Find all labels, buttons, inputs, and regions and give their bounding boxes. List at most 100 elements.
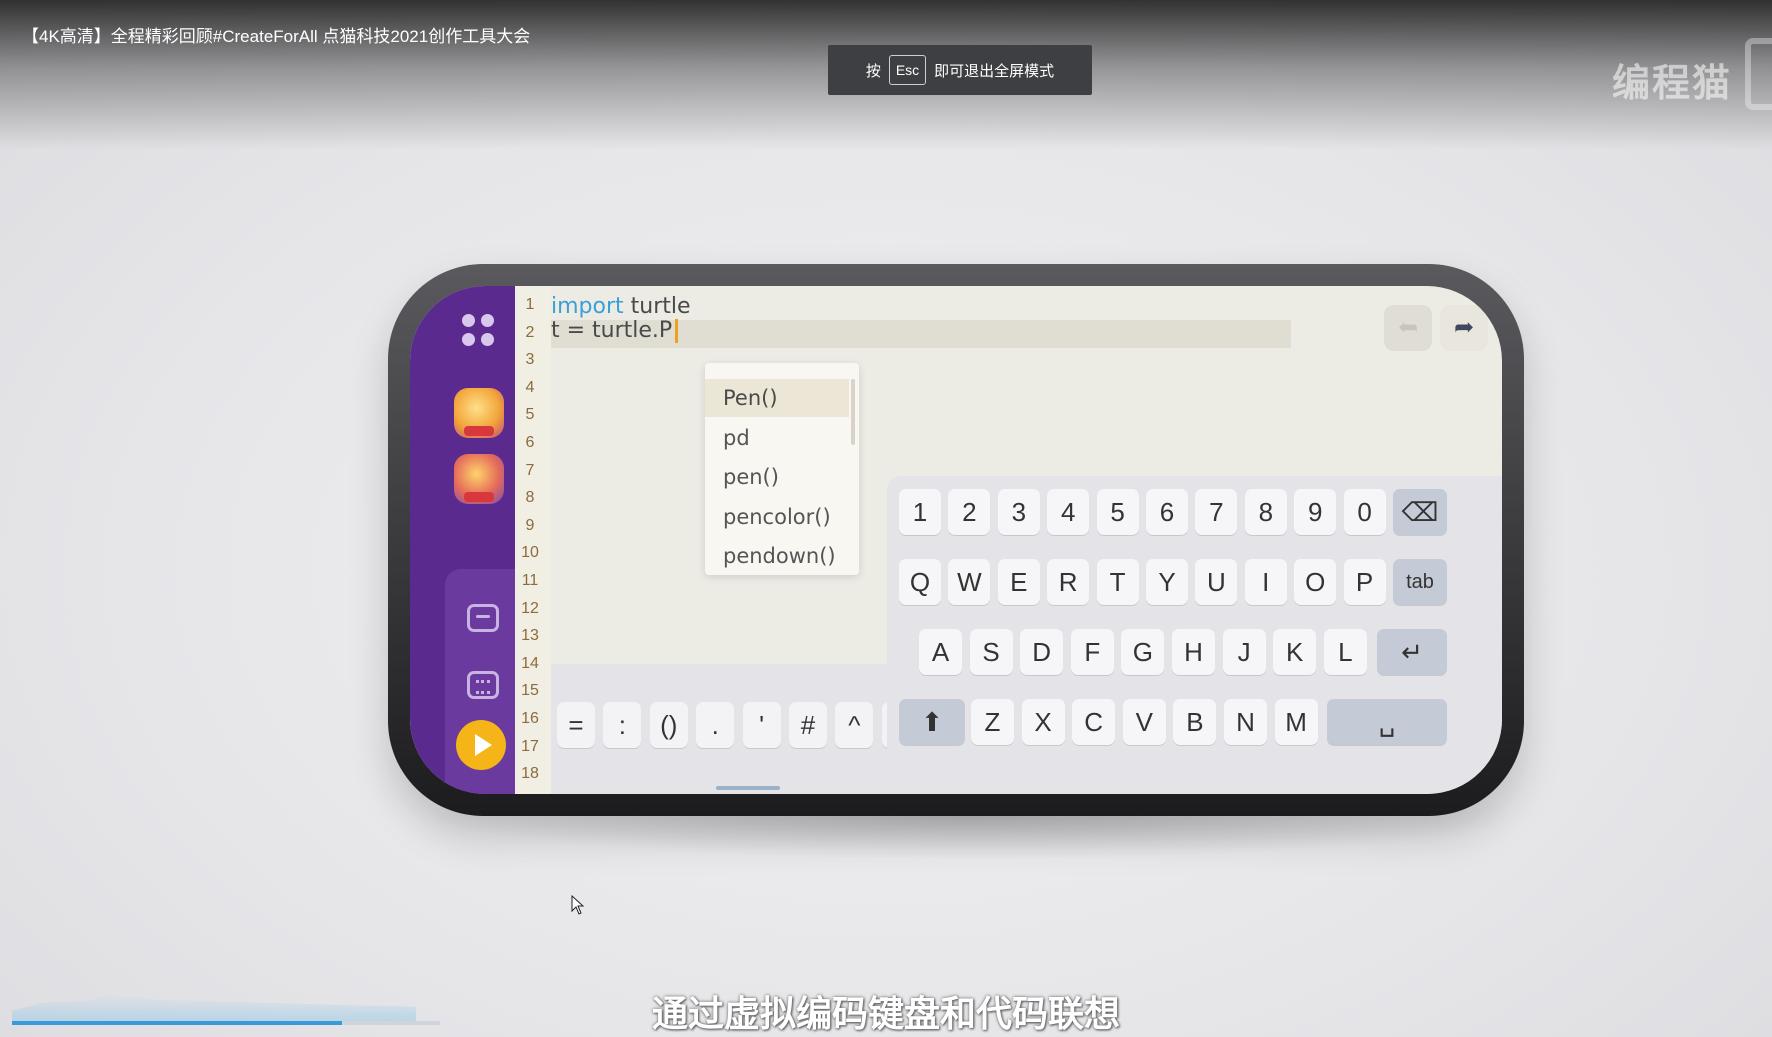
backspace-key[interactable]: ⌫	[1393, 489, 1447, 535]
undo-button[interactable]	[1384, 305, 1432, 351]
letter-key[interactable]: V	[1122, 699, 1166, 745]
line-number: 8	[525, 489, 535, 507]
letter-key[interactable]: F	[1070, 629, 1114, 675]
line-number: 13	[521, 627, 539, 645]
line-number: 18	[521, 765, 539, 783]
video-title: 【4K高清】全程精彩回顾#CreateForAll 点猫科技2021创作工具大会	[22, 27, 531, 46]
letter-key[interactable]: L	[1323, 629, 1367, 675]
line-number: 1	[525, 296, 535, 313]
letter-key[interactable]: X	[1021, 699, 1065, 745]
redo-button[interactable]	[1440, 305, 1488, 351]
home-indicator	[716, 786, 780, 790]
line-number: 2	[525, 323, 535, 341]
letter-key[interactable]: J	[1222, 629, 1266, 675]
line-number: 11	[521, 572, 539, 589]
symbol-key[interactable]: ^	[835, 702, 874, 748]
line-number-gutter: 1 2 3 4 5 6 7 8 9 10 11 12 13 14 15 16 17 18	[515, 286, 551, 794]
letter-key[interactable]: P	[1343, 559, 1386, 605]
letter-key[interactable]: R	[1047, 559, 1090, 605]
number-key[interactable]: 1	[899, 489, 941, 535]
letter-key[interactable]: O	[1294, 559, 1337, 605]
storage-box-icon[interactable]	[467, 604, 499, 632]
letter-key[interactable]: Y	[1146, 559, 1188, 605]
line-number: 4	[525, 378, 535, 396]
suggestion-item[interactable]: pendown()	[705, 537, 849, 575]
number-key[interactable]: 3	[997, 489, 1040, 535]
enter-key[interactable]: ↵	[1377, 629, 1447, 675]
letter-key[interactable]: A	[919, 629, 962, 675]
line-number: 16	[521, 710, 539, 727]
number-key[interactable]: 2	[948, 489, 991, 535]
toast-suffix: 即可退出全屏模式	[934, 62, 1055, 80]
watermark-icon	[1745, 38, 1772, 110]
line-number: 15	[521, 682, 539, 700]
letter-key[interactable]: B	[1173, 699, 1217, 745]
symbol-key[interactable]: '	[742, 702, 781, 748]
keyboard-icon[interactable]	[467, 671, 499, 699]
symbol-key[interactable]: ()	[649, 702, 688, 748]
letter-key[interactable]: I	[1244, 559, 1287, 605]
video-subtitle: 通过虚拟编码键盘和代码联想	[651, 993, 1120, 1034]
symbol-bar: =:().'#^&	[551, 664, 920, 794]
number-key[interactable]: 8	[1244, 489, 1287, 535]
line-number: 5	[525, 406, 535, 424]
letter-key[interactable]: H	[1172, 629, 1215, 675]
letter-key[interactable]: U	[1195, 559, 1238, 605]
symbol-key[interactable]: #	[789, 702, 827, 748]
line-number: 17	[521, 737, 539, 755]
number-key[interactable]: 9	[1294, 489, 1337, 535]
code-text: turtle	[623, 294, 691, 319]
line-number: 10	[521, 544, 539, 562]
line-number: 14	[521, 654, 539, 672]
symbol-key[interactable]: .	[696, 702, 735, 748]
number-key[interactable]: 7	[1195, 489, 1238, 535]
virtual-keyboard: 1 2 3 4 5 6 7 8 9 0 ⌫ Q W E R T Y U I O Ptab A S D F G H J K L ↵ ⬆ Z X C V B…	[887, 476, 1502, 794]
letter-key[interactable]: G	[1121, 629, 1165, 675]
code-text: t = turtle.P	[551, 318, 673, 343]
suggestion-item[interactable]: pencolor()	[705, 498, 849, 536]
letter-key[interactable]: E	[997, 559, 1040, 605]
letter-key[interactable]: W	[948, 559, 991, 605]
keyword-import: import	[551, 294, 624, 319]
suggestion-item[interactable]: pd	[705, 419, 849, 457]
number-key[interactable]: 5	[1096, 489, 1139, 535]
space-key[interactable]: ␣	[1327, 699, 1447, 745]
letter-key[interactable]: N	[1224, 699, 1267, 745]
sidebar	[410, 286, 515, 794]
letter-key[interactable]: M	[1274, 699, 1318, 745]
phone-device: 1 2 3 4 5 6 7 8 9 10 11 12 13 14 15 16 17 18 import turtl…	[388, 264, 1524, 816]
line-number: 12	[521, 599, 539, 617]
symbol-key[interactable]: =	[557, 702, 595, 748]
suggestion-item[interactable]: pen()	[705, 458, 849, 496]
autocomplete-popup: Pen() pd pen() pencolor() pendown()	[705, 363, 859, 575]
phone-screen: 1 2 3 4 5 6 7 8 9 10 11 12 13 14 15 16 17 18 import turtl…	[410, 286, 1502, 794]
letter-key[interactable]: S	[969, 629, 1013, 675]
line-number: 9	[525, 516, 535, 534]
text-cursor	[675, 319, 679, 343]
app-icon-2[interactable]	[454, 454, 504, 504]
tab-key[interactable]: tab	[1393, 559, 1447, 605]
letter-key[interactable]: D	[1020, 629, 1064, 675]
line-number: 7	[525, 461, 535, 479]
shift-key[interactable]: ⬆	[899, 699, 965, 745]
number-key[interactable]: 6	[1146, 489, 1188, 535]
esc-key-hint: Esc	[888, 55, 927, 85]
number-key[interactable]: 4	[1047, 489, 1090, 535]
suggestion-scrollbar[interactable]	[851, 379, 855, 445]
number-key[interactable]: 0	[1343, 489, 1386, 535]
menu-grid-icon[interactable]	[462, 314, 496, 348]
fullscreen-exit-toast: 按 Esc 即可退出全屏模式	[828, 45, 1092, 95]
letter-key[interactable]: T	[1096, 559, 1139, 605]
letter-key[interactable]: Q	[899, 559, 941, 605]
suggestion-item[interactable]: Pen()	[705, 379, 849, 417]
app-icon-1[interactable]	[454, 388, 504, 438]
code-line-1: import turtle	[551, 294, 691, 319]
letter-key[interactable]: K	[1273, 629, 1317, 675]
mouse-pointer-icon	[571, 895, 585, 915]
line-number: 3	[525, 351, 535, 369]
letter-key[interactable]: C	[1072, 699, 1116, 745]
symbol-key[interactable]: :	[603, 702, 642, 748]
line-number: 6	[525, 434, 535, 451]
run-play-button[interactable]	[456, 720, 506, 770]
letter-key[interactable]: Z	[971, 699, 1014, 745]
